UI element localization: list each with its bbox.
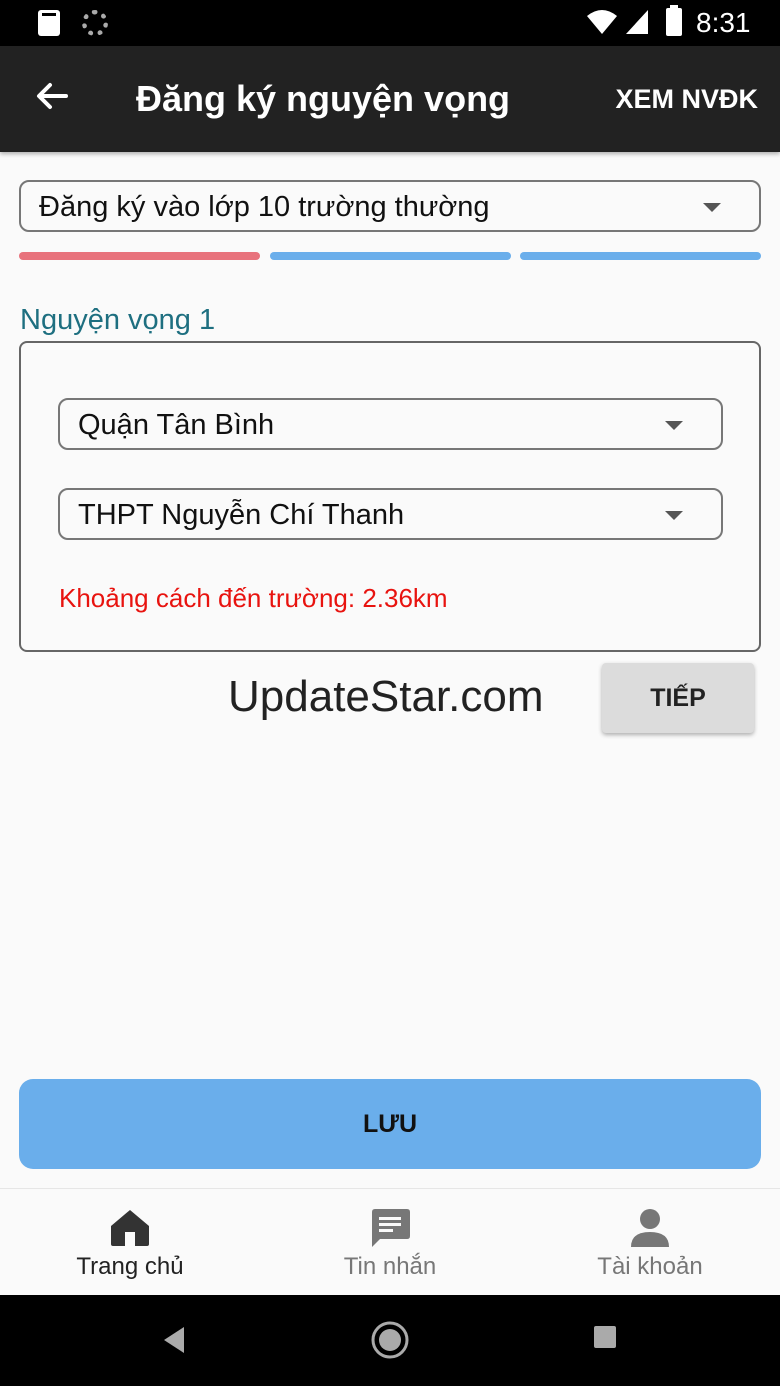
status-bar: 8:31 xyxy=(0,0,780,46)
next-button[interactable]: TIẾP xyxy=(602,663,754,733)
sd-card-icon xyxy=(38,10,60,36)
nav-label-account: Tài khoản xyxy=(597,1253,703,1280)
view-registrations-button[interactable]: XEM NVĐK xyxy=(615,84,758,115)
nav-item-messages[interactable]: Tin nhắn xyxy=(260,1189,520,1296)
app-bar: Đăng ký nguyện vọng XEM NVĐK xyxy=(0,46,780,152)
school-select[interactable]: THPT Nguyễn Chí Thanh xyxy=(58,488,723,540)
registration-type-select[interactable]: Đăng ký vào lớp 10 trường thường xyxy=(19,180,761,232)
step-indicator-1 xyxy=(19,252,260,260)
wish-label: Nguyện vọng 1 xyxy=(20,304,216,336)
save-button[interactable]: LƯU xyxy=(19,1079,761,1169)
step-indicator-3 xyxy=(520,252,761,260)
distance-text: Khoảng cách đến trường: 2.36km xyxy=(59,583,448,613)
wish-card: Quận Tân Bình THPT Nguyễn Chí Thanh Khoả… xyxy=(19,341,761,652)
nav-label-home: Trang chủ xyxy=(76,1253,184,1280)
chevron-down-icon xyxy=(665,421,683,430)
spinner-icon xyxy=(82,10,108,36)
chevron-down-icon xyxy=(703,203,721,212)
registration-type-value: Đăng ký vào lớp 10 trường thường xyxy=(39,191,490,223)
home-circle-icon[interactable] xyxy=(370,1320,410,1360)
school-value: THPT Nguyễn Chí Thanh xyxy=(78,499,405,531)
home-icon xyxy=(111,1210,149,1246)
account-icon xyxy=(631,1209,669,1247)
back-arrow-icon[interactable] xyxy=(32,76,72,116)
system-navigation-bar xyxy=(0,1295,780,1386)
recents-square-icon[interactable] xyxy=(593,1325,617,1349)
page-title: Đăng ký nguyện vọng xyxy=(136,78,511,119)
district-select[interactable]: Quận Tân Bình xyxy=(58,398,723,450)
battery-icon xyxy=(666,5,682,36)
message-icon xyxy=(372,1209,410,1247)
chevron-down-icon xyxy=(665,511,683,520)
district-value: Quận Tân Bình xyxy=(78,409,275,441)
signal-icon xyxy=(626,10,648,34)
watermark: UpdateStar.com xyxy=(228,672,544,721)
nav-item-account[interactable]: Tài khoản xyxy=(520,1189,780,1296)
back-triangle-icon[interactable] xyxy=(160,1325,188,1355)
bottom-navigation: Trang chủ Tin nhắn Tài khoản xyxy=(0,1188,780,1295)
step-indicator-2 xyxy=(270,252,511,260)
nav-item-home[interactable]: Trang chủ xyxy=(0,1189,260,1296)
status-time: 8:31 xyxy=(696,7,751,38)
nav-label-messages: Tin nhắn xyxy=(343,1253,437,1280)
wifi-icon xyxy=(587,10,617,34)
